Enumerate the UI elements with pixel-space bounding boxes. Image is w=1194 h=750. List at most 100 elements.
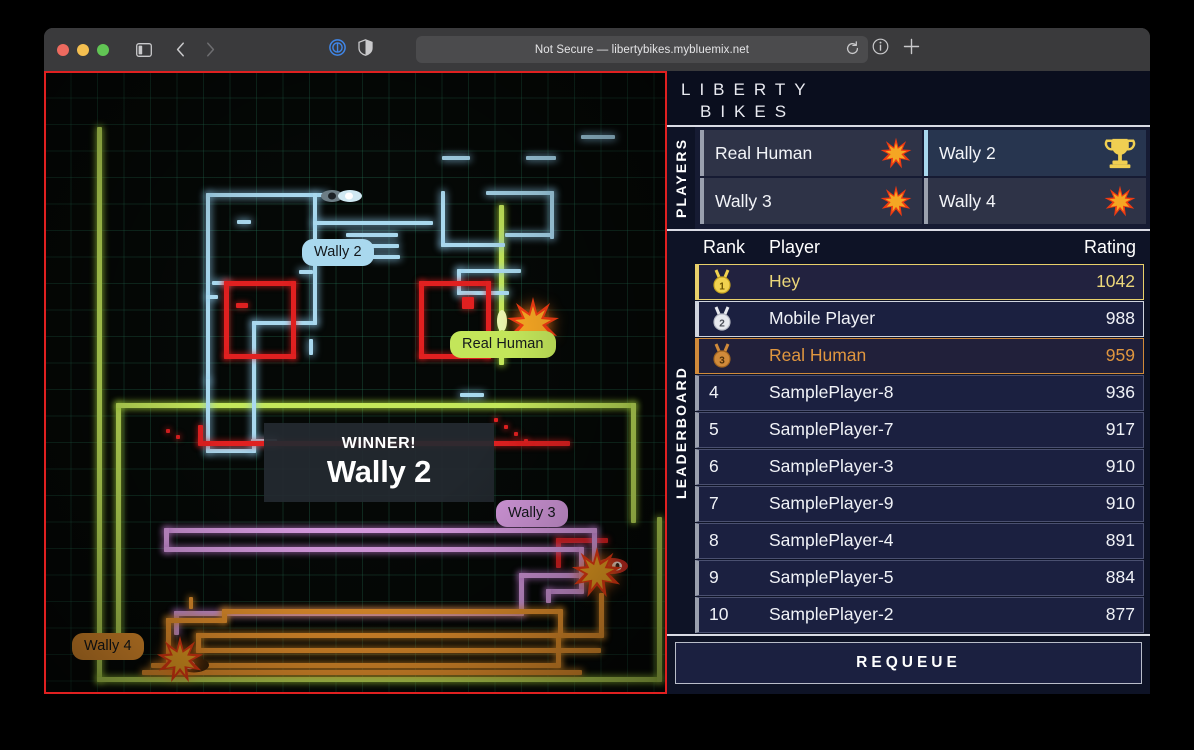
trail-segment <box>657 517 662 682</box>
window-controls[interactable] <box>57 44 109 56</box>
trail-segment <box>526 156 556 160</box>
bronze-medal-icon: 3 <box>709 343 735 369</box>
browser-titlebar: Not Secure — libertybikes.mybluemix.net <box>44 28 1150 71</box>
leaderboard-row: 9SamplePlayer-5884 <box>695 560 1144 596</box>
trophy-icon <box>1103 136 1137 170</box>
trail-segment <box>457 269 521 273</box>
requeue-button[interactable]: REQUEUE <box>675 642 1142 684</box>
leaderboard-rank: 10 <box>703 604 769 625</box>
gold-medal-icon: 1 <box>709 269 735 295</box>
plus-icon[interactable] <box>903 38 920 60</box>
winner-banner: WINNER! Wally 2 <box>264 423 494 502</box>
player-card-name: Wally 4 <box>939 191 1103 212</box>
obstacle-segment <box>514 432 518 436</box>
leaderboard-rank: 9 <box>703 567 769 588</box>
trail-segment <box>309 339 313 355</box>
brand-line-1: LIBERTY <box>681 79 1150 101</box>
obstacle-segment <box>494 418 498 422</box>
1password-icon[interactable] <box>329 39 346 61</box>
leaderboard-rating: 1042 <box>1053 271 1143 292</box>
address-bar[interactable]: Not Secure — libertybikes.mybluemix.net <box>416 36 868 63</box>
leaderboard-player-name: SamplePlayer-8 <box>769 382 1053 403</box>
leaderboard-rating: 884 <box>1053 567 1143 588</box>
trail-segment <box>299 270 313 274</box>
sidebar-toggle-icon[interactable] <box>131 38 157 62</box>
chevron-right-icon[interactable] <box>197 38 223 62</box>
trail-segment <box>457 291 509 295</box>
trail-segment <box>546 589 551 603</box>
trail-segment <box>189 597 193 609</box>
trail-segment <box>222 609 562 614</box>
trail-segment <box>206 449 256 453</box>
column-header-rank: Rank <box>703 237 769 258</box>
leaderboard-rank: 8 <box>703 530 769 551</box>
chevron-left-icon[interactable] <box>167 38 193 62</box>
leaderboard-player-name: SamplePlayer-5 <box>769 567 1053 588</box>
obstacle-segment <box>462 297 474 309</box>
leaderboard-player-name: Hey <box>769 271 1053 292</box>
info-icon[interactable] <box>872 38 889 60</box>
leaderboard-row: 6SamplePlayer-3910 <box>695 449 1144 485</box>
url-text: Not Secure — libertybikes.mybluemix.net <box>535 44 749 56</box>
trail-segment <box>252 321 317 325</box>
player-card: Wally 2 <box>924 130 1146 176</box>
player-card-name: Real Human <box>715 143 879 164</box>
explosion-icon <box>880 137 912 169</box>
explosion-icon <box>1104 185 1136 217</box>
contrast-icon[interactable] <box>358 39 373 61</box>
leaderboard-player-name: SamplePlayer-7 <box>769 419 1053 440</box>
player-card: Real Human <box>700 130 922 176</box>
leaderboard-section-label: LEADERBOARD <box>667 231 695 634</box>
leaderboard-rating: 877 <box>1053 604 1143 625</box>
explosion-icon <box>879 136 913 170</box>
obstacle-segment <box>291 281 296 359</box>
player-nametag-wally-2: Wally 2 <box>302 239 374 266</box>
trail-segment <box>460 393 484 397</box>
obstacle-segment <box>504 425 508 429</box>
leaderboard-player-name: SamplePlayer-4 <box>769 530 1053 551</box>
trail-segment <box>164 547 584 552</box>
game-board[interactable]: Wally 2 Real Human Wally 3 Wally 4 WINNE… <box>44 71 667 694</box>
leaderboard-rating: 910 <box>1053 493 1143 514</box>
winner-label: WINNER! <box>342 435 416 453</box>
leaderboard-rank: 4 <box>703 382 769 403</box>
winner-name: Wally 2 <box>327 454 431 490</box>
trail-segment <box>631 403 636 523</box>
obstacle-segment <box>224 281 229 359</box>
player-nametag-real-human: Real Human <box>450 331 556 358</box>
trail-segment <box>486 191 554 195</box>
trail-segment <box>206 193 210 383</box>
leaderboard-row: 4SamplePlayer-8936 <box>695 375 1144 411</box>
trail-segment <box>237 220 251 224</box>
obstacle-segment <box>224 281 296 286</box>
leaderboard-row: 8SamplePlayer-4891 <box>695 523 1144 559</box>
leaderboard-header-row: Rank Player Rating <box>695 231 1144 264</box>
zoom-button[interactable] <box>97 44 109 56</box>
obstacle-segment <box>419 281 491 286</box>
requeue-container: REQUEUE <box>667 634 1150 694</box>
explosion-icon <box>1103 184 1137 218</box>
obstacle-segment <box>176 435 180 439</box>
reload-icon[interactable] <box>845 41 860 61</box>
trail-segment <box>505 233 551 237</box>
leaderboard-rows: 1Hey10422Mobile Player9883Real Human9594… <box>695 264 1144 634</box>
toolbar-right <box>872 38 920 60</box>
obstacle-segment <box>524 439 528 443</box>
minimize-button[interactable] <box>77 44 89 56</box>
game-grid <box>46 73 665 692</box>
trail-segment <box>556 633 604 638</box>
trail-segment <box>151 663 561 668</box>
close-button[interactable] <box>57 44 69 56</box>
obstacle-segment <box>556 538 561 568</box>
players-section: PLAYERS Real HumanWally 2Wally 3Wally 4 <box>667 127 1150 231</box>
obstacle-segment <box>166 429 170 433</box>
leaderboard-row: 2Mobile Player988 <box>695 301 1144 337</box>
leaderboard-row: 5SamplePlayer-7917 <box>695 412 1144 448</box>
leaderboard-rating: 988 <box>1053 308 1143 329</box>
browser-window: Not Secure — libertybikes.mybluemix.net <box>44 28 1150 694</box>
leaderboard-player-name: SamplePlayer-9 <box>769 493 1053 514</box>
trail-segment <box>599 593 604 637</box>
leaderboard-player-name: SamplePlayer-3 <box>769 456 1053 477</box>
leaderboard-rank: 7 <box>703 493 769 514</box>
trail-segment <box>116 403 636 408</box>
